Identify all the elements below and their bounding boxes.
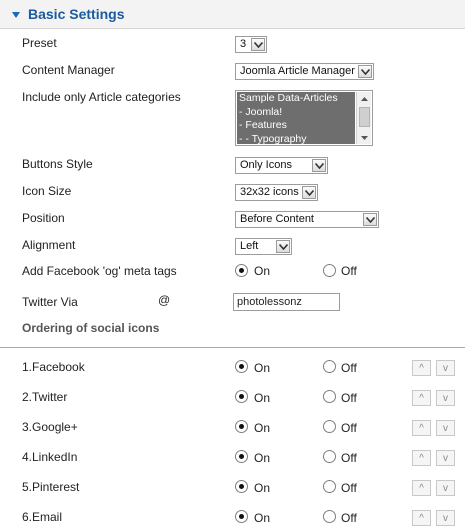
panel-title: Basic Settings: [28, 6, 125, 22]
social-off-label: Off: [341, 511, 357, 525]
social-off-label: Off: [341, 421, 357, 435]
move-down-button[interactable]: v: [436, 390, 455, 406]
categories-label: Include only Article categories: [22, 90, 181, 104]
position-value: Before Content: [240, 213, 314, 225]
social-on-radio[interactable]: [235, 480, 248, 493]
position-select[interactable]: Before Content: [235, 211, 379, 228]
og-tags-label: Add Facebook 'og' meta tags: [22, 264, 177, 278]
chevron-down-icon[interactable]: [276, 240, 290, 253]
collapse-triangle-icon[interactable]: [12, 11, 20, 18]
og-tags-on-label: On: [254, 264, 271, 278]
category-option[interactable]: - - Typography: [239, 133, 355, 145]
social-off-label: Off: [341, 481, 357, 495]
chevron-down-icon[interactable]: [358, 65, 372, 78]
social-off-radio[interactable]: [323, 510, 336, 523]
icon-size-value: 32x32 icons: [240, 186, 299, 198]
chevron-down-icon[interactable]: [251, 38, 265, 51]
move-up-button[interactable]: ^: [412, 480, 431, 496]
social-off-radio[interactable]: [323, 420, 336, 433]
social-on-radio[interactable]: [235, 360, 248, 373]
social-label: 2.Twitter: [22, 390, 68, 404]
alignment-select[interactable]: Left: [235, 238, 292, 255]
alignment-value: Left: [240, 240, 259, 252]
move-up-button[interactable]: ^: [412, 450, 431, 466]
social-off-label: Off: [341, 451, 357, 465]
scroll-up-icon[interactable]: [357, 92, 372, 105]
social-off-radio[interactable]: [323, 480, 336, 493]
icon-size-label: Icon Size: [22, 184, 72, 198]
twitter-via-label: Twitter Via: [22, 295, 78, 309]
content-manager-label: Content Manager: [22, 63, 115, 77]
move-up-button[interactable]: ^: [412, 510, 431, 526]
scroll-down-icon[interactable]: [357, 131, 372, 144]
listbox-scrollbar[interactable]: [356, 92, 371, 144]
og-tags-off-radio[interactable]: [323, 264, 336, 277]
social-on-label: On: [254, 451, 271, 465]
at-sign: @: [158, 293, 171, 307]
social-on-label: On: [254, 511, 271, 525]
og-tags-on-radio[interactable]: [235, 264, 248, 277]
social-label: 5.Pinterest: [22, 480, 80, 494]
preset-label: Preset: [22, 36, 57, 50]
social-off-label: Off: [341, 361, 357, 375]
move-down-button[interactable]: v: [436, 450, 455, 466]
content-manager-select[interactable]: Joomla Article Manager: [235, 63, 374, 80]
social-off-radio[interactable]: [323, 450, 336, 463]
social-on-radio[interactable]: [235, 510, 248, 523]
alignment-label: Alignment: [22, 238, 76, 252]
move-up-button[interactable]: ^: [412, 360, 431, 376]
move-up-button[interactable]: ^: [412, 390, 431, 406]
ordering-title: Ordering of social icons: [22, 321, 160, 335]
social-on-label: On: [254, 481, 271, 495]
chevron-down-icon[interactable]: [312, 159, 326, 172]
preset-value: 3: [240, 38, 247, 50]
social-on-radio[interactable]: [235, 390, 248, 403]
social-off-label: Off: [341, 391, 357, 405]
category-option[interactable]: Sample Data-Articles: [239, 92, 355, 106]
position-label: Position: [22, 211, 65, 225]
basic-settings-header[interactable]: Basic Settings: [0, 0, 465, 29]
move-up-button[interactable]: ^: [412, 420, 431, 436]
content-manager-value: Joomla Article Manager: [240, 65, 355, 77]
chevron-down-icon[interactable]: [363, 213, 377, 226]
social-label: 3.Google+: [22, 420, 78, 434]
preset-select[interactable]: 3: [235, 36, 267, 53]
social-label: 4.LinkedIn: [22, 450, 78, 464]
social-on-label: On: [254, 391, 271, 405]
og-tags-off-label: Off: [341, 264, 357, 278]
categories-listbox[interactable]: Sample Data-Articles - Joomla! - Feature…: [235, 90, 373, 146]
category-option[interactable]: - Joomla!: [239, 106, 355, 120]
category-option[interactable]: - Features: [239, 119, 355, 133]
social-on-radio[interactable]: [235, 420, 248, 433]
move-down-button[interactable]: v: [436, 420, 455, 436]
buttons-style-label: Buttons Style: [22, 157, 93, 171]
social-label: 6.Email: [22, 510, 63, 524]
divider: [0, 347, 465, 348]
move-down-button[interactable]: v: [436, 480, 455, 496]
move-down-button[interactable]: v: [436, 510, 455, 526]
social-off-radio[interactable]: [323, 390, 336, 403]
social-off-radio[interactable]: [323, 360, 336, 373]
social-on-radio[interactable]: [235, 450, 248, 463]
scrollbar-thumb[interactable]: [359, 107, 370, 127]
categories-options[interactable]: Sample Data-Articles - Joomla! - Feature…: [237, 92, 355, 144]
social-label: 1.Facebook: [22, 360, 85, 374]
buttons-style-select[interactable]: Only Icons: [235, 157, 328, 174]
chevron-down-icon[interactable]: [302, 186, 316, 199]
social-on-label: On: [254, 421, 271, 435]
buttons-style-value: Only Icons: [240, 159, 292, 171]
move-down-button[interactable]: v: [436, 360, 455, 376]
icon-size-select[interactable]: 32x32 icons: [235, 184, 318, 201]
social-on-label: On: [254, 361, 271, 375]
twitter-via-input[interactable]: photolessonz: [233, 293, 340, 311]
